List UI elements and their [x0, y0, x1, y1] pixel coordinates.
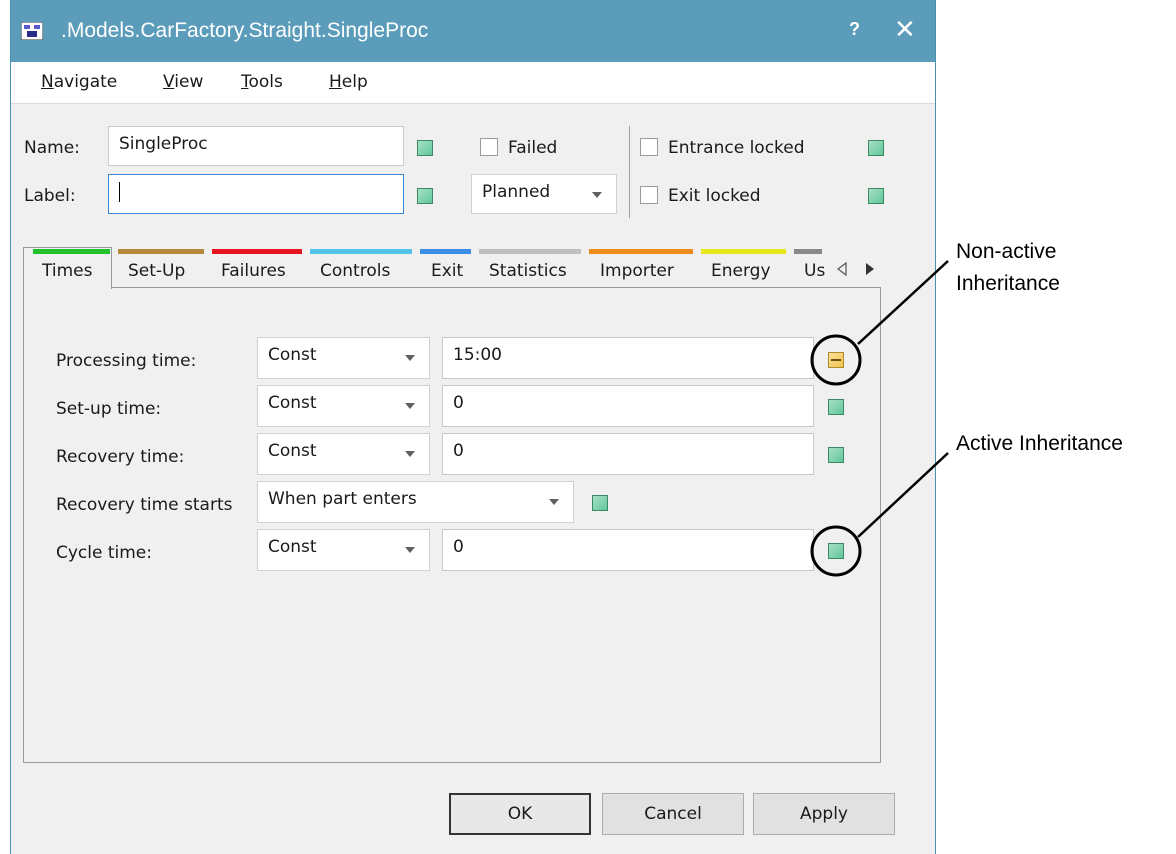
active-callout-line: [857, 452, 949, 538]
nonactive-callout-line: [857, 260, 949, 345]
nonactive-callout-circle: [810, 334, 862, 386]
callout-text: Non-active: [956, 240, 1057, 263]
nonactive-inheritance-callout: Non-active Inheritance: [956, 236, 1060, 300]
active-callout-circle: [810, 525, 862, 577]
callout-text: Inheritance: [956, 272, 1060, 295]
annotation-overlay: [810, 260, 949, 577]
active-inheritance-callout: Active Inheritance: [956, 432, 1123, 455]
